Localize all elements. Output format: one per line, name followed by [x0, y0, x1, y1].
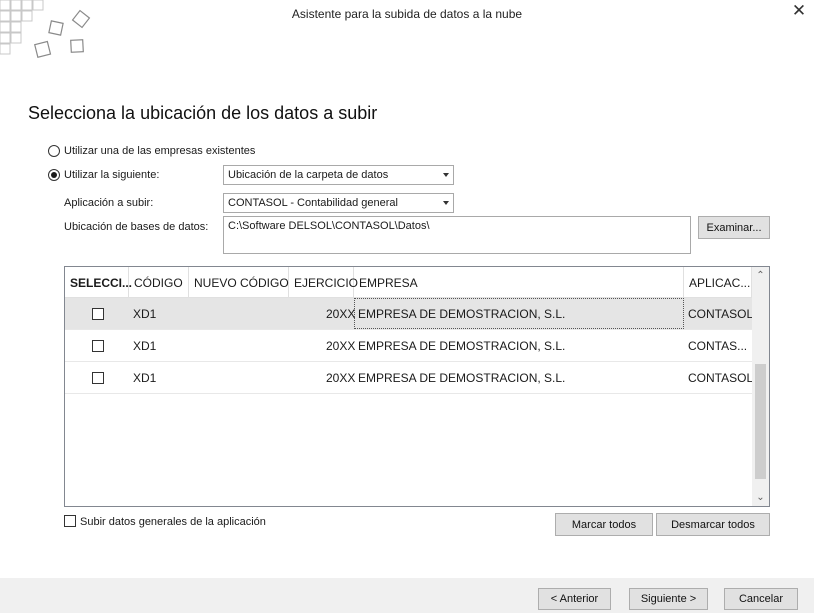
- previous-button[interactable]: < Anterior: [538, 588, 611, 610]
- location-type-value: Ubicación de la carpeta de datos: [228, 169, 389, 181]
- cell-codigo: XD1: [133, 339, 157, 353]
- column-header-ejercicio[interactable]: EJERCICIO: [289, 267, 358, 298]
- column-header-nuevo-codigo[interactable]: NUEVO CÓDIGO: [189, 267, 289, 298]
- cell-empresa: EMPRESA DE DEMOSTRACION, S.L.: [358, 339, 566, 353]
- browse-button[interactable]: Examinar...: [698, 216, 770, 239]
- next-label: Siguiente >: [640, 593, 697, 605]
- db-location-label: Ubicación de bases de datos:: [64, 221, 209, 233]
- chevron-down-icon: [443, 201, 449, 205]
- cancel-button[interactable]: Cancelar: [724, 588, 798, 610]
- vertical-scrollbar[interactable]: ⌃ ⌄: [752, 267, 769, 506]
- cell-aplicacion: CONTASOL: [688, 371, 754, 385]
- row-select-checkbox[interactable]: [92, 340, 104, 352]
- cell-empresa: EMPRESA DE DEMOSTRACION, S.L.: [358, 307, 566, 321]
- cell-codigo: XD1: [133, 307, 157, 321]
- radio-existing-companies[interactable]: [48, 145, 60, 157]
- unmark-all-label: Desmarcar todos: [671, 518, 755, 531]
- upload-general-data-label[interactable]: Subir datos generales de la aplicación: [80, 516, 266, 528]
- row-select-checkbox[interactable]: [92, 372, 104, 384]
- db-location-field[interactable]: C:\Software DELSOL\CONTASOL\Datos\: [223, 216, 691, 254]
- db-location-value: C:\Software DELSOL\CONTASOL\Datos\: [228, 220, 430, 232]
- browse-button-label: Examinar...: [706, 221, 762, 234]
- radio-existing-label[interactable]: Utilizar una de las empresas existentes: [64, 145, 255, 157]
- page-heading: Selecciona la ubicación de los datos a s…: [28, 103, 378, 123]
- table-row[interactable]: XD1 20XX EMPRESA DE DEMOSTRACION, S.L. C…: [65, 362, 754, 394]
- table-row[interactable]: XD1 20XX EMPRESA DE DEMOSTRACION, S.L. C…: [65, 298, 754, 330]
- column-header-codigo[interactable]: CÓDIGO: [129, 267, 189, 298]
- mark-all-button[interactable]: Marcar todos: [555, 513, 653, 536]
- window-title: Asistente para la subida de datos a la n…: [291, 7, 523, 21]
- cancel-label: Cancelar: [738, 593, 784, 605]
- scroll-up-icon[interactable]: ⌃: [752, 267, 769, 284]
- cell-ejercicio: 20XX: [326, 371, 356, 385]
- app-label: Aplicación a subir:: [64, 197, 154, 209]
- next-button[interactable]: Siguiente >: [629, 588, 708, 610]
- location-type-dropdown[interactable]: Ubicación de la carpeta de datos: [223, 165, 454, 185]
- cell-aplicacion: CONTASOL: [688, 307, 754, 321]
- table-row[interactable]: XD1 20XX EMPRESA DE DEMOSTRACION, S.L. C…: [65, 330, 752, 362]
- chevron-down-icon: [443, 173, 449, 177]
- cell-codigo: XD1: [133, 371, 157, 385]
- radio-following-label[interactable]: Utilizar la siguiente:: [64, 169, 159, 181]
- companies-table[interactable]: SELECCI... CÓDIGO NUEVO CÓDIGO EJERCICIO…: [64, 266, 770, 507]
- mark-all-label: Marcar todos: [571, 518, 637, 531]
- column-header-empresa[interactable]: EMPRESA: [354, 267, 684, 298]
- cell-empresa: EMPRESA DE DEMOSTRACION, S.L.: [358, 371, 566, 385]
- unmark-all-button[interactable]: Desmarcar todos: [656, 513, 770, 536]
- column-header-aplicacion[interactable]: APLICAC...: [684, 267, 752, 298]
- radio-use-following[interactable]: [48, 169, 60, 181]
- cell-ejercicio: 20XX: [326, 339, 356, 353]
- app-dropdown[interactable]: CONTASOL - Contabilidad general: [223, 193, 454, 213]
- app-value: CONTASOL - Contabilidad general: [228, 197, 398, 209]
- upload-general-data-checkbox[interactable]: [64, 515, 76, 527]
- scrollbar-thumb[interactable]: [755, 364, 766, 479]
- previous-label: < Anterior: [550, 593, 599, 605]
- column-header-select[interactable]: SELECCI...: [65, 267, 132, 298]
- scroll-down-icon[interactable]: ⌄: [752, 489, 769, 506]
- cell-aplicacion: CONTAS...: [688, 339, 748, 353]
- cell-ejercicio: 20XX: [326, 307, 356, 321]
- close-icon[interactable]: ✕: [788, 1, 810, 21]
- row-select-checkbox[interactable]: [92, 308, 104, 320]
